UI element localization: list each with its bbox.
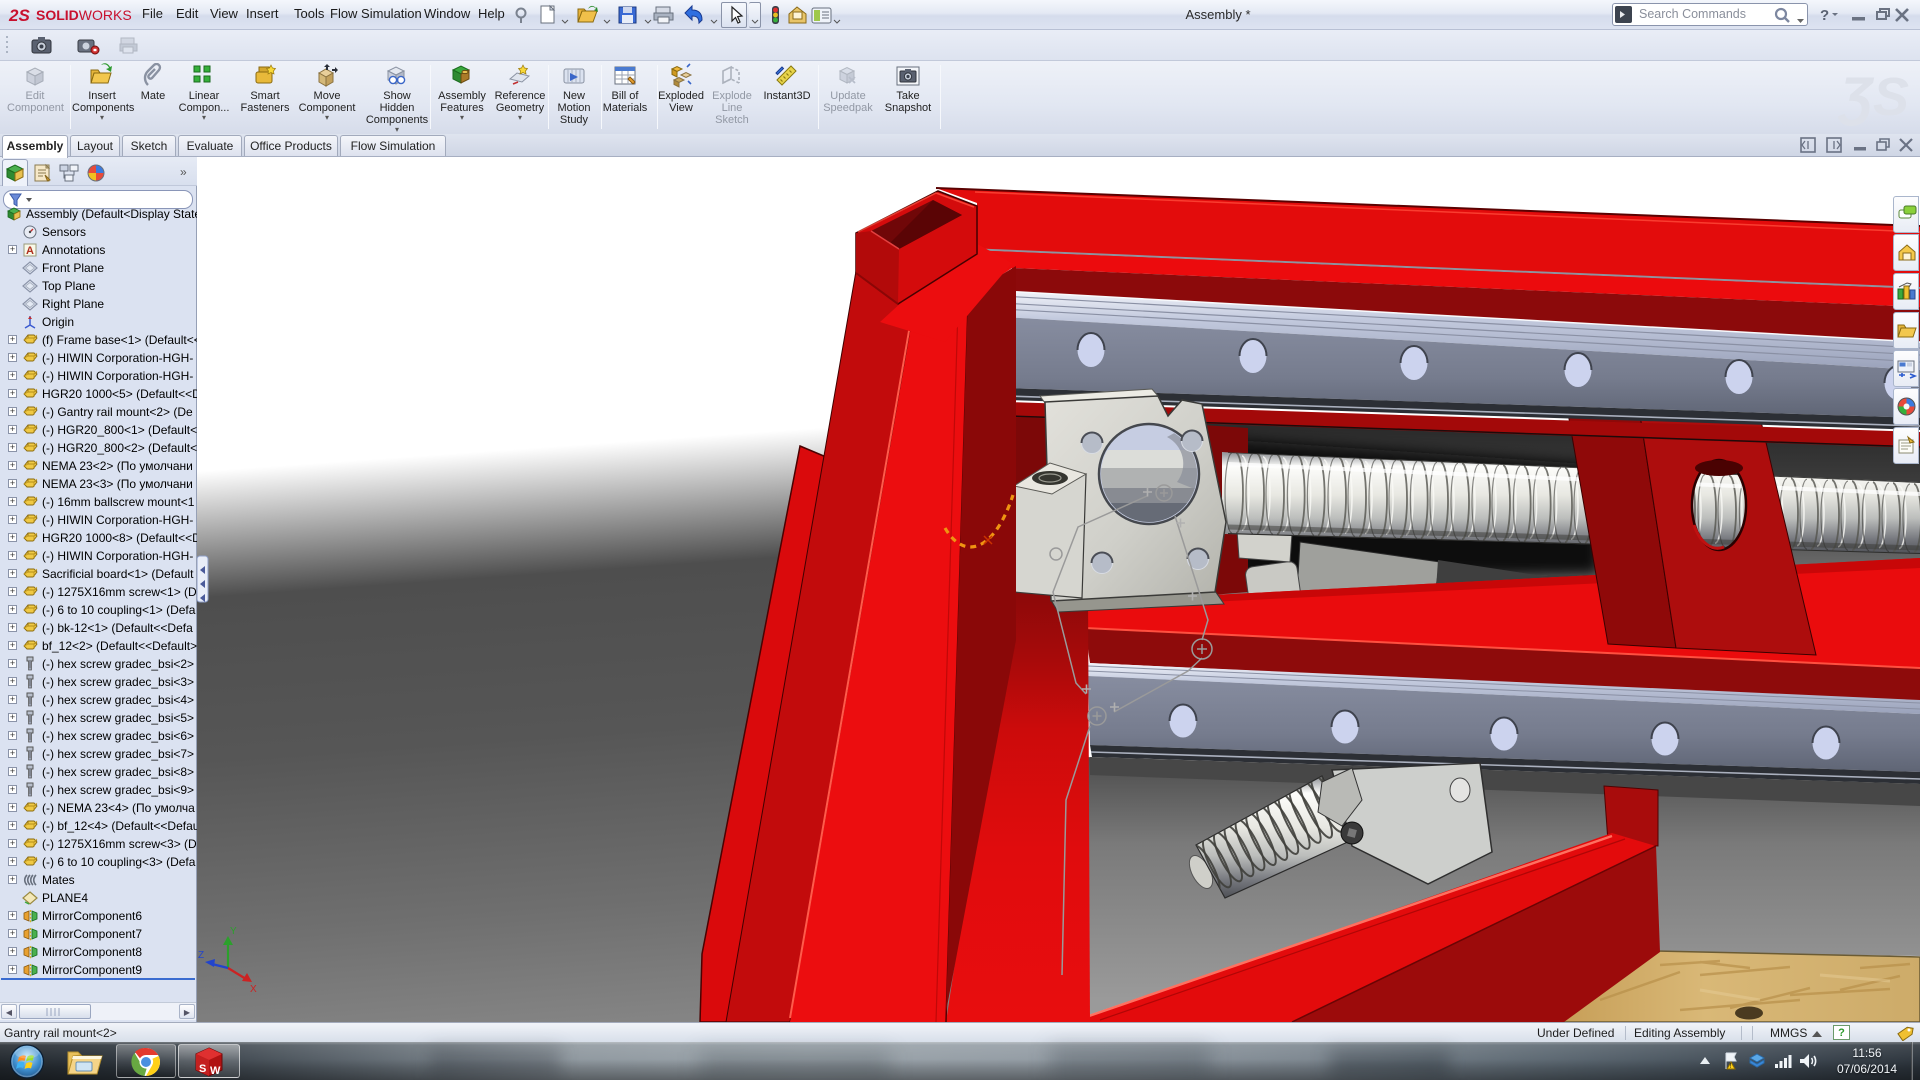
svg-text:W: W bbox=[210, 1065, 221, 1077]
svg-text:X: X bbox=[250, 984, 257, 995]
svg-text:!: ! bbox=[1730, 1063, 1732, 1070]
svg-text:ƷS: ƷS bbox=[1838, 67, 1909, 127]
svg-text:A: A bbox=[26, 245, 34, 257]
svg-text:S: S bbox=[199, 1063, 206, 1075]
svg-text:SOLIDWORKS: SOLIDWORKS bbox=[36, 7, 132, 23]
svg-text:Z: Z bbox=[198, 950, 204, 961]
svg-text:2S: 2S bbox=[8, 6, 30, 25]
svg-text:?: ? bbox=[1820, 7, 1829, 24]
svg-text:Y: Y bbox=[230, 926, 237, 937]
